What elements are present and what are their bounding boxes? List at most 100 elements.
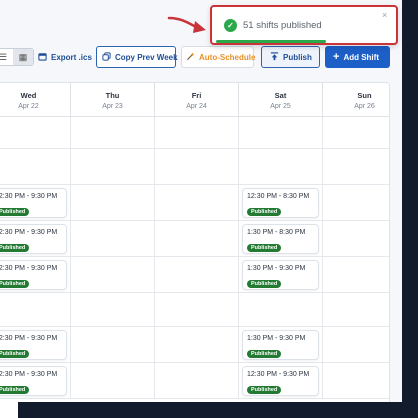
add-shift-button[interactable]: + Add Shift [325, 46, 390, 68]
shift-time: 12:30 PM - 9:30 PM [247, 371, 310, 378]
shift-card[interactable]: 1:30 PM - 9:30 PM Published [242, 330, 319, 360]
day-name: Wed [20, 91, 37, 100]
day-name: Sat [274, 91, 287, 100]
status-badge: Published [247, 280, 282, 288]
calendar-row [0, 293, 389, 327]
day-header: Thu Apr 23 [71, 83, 155, 117]
day-name: Sun [357, 91, 372, 100]
calendar-cell[interactable] [323, 221, 389, 256]
day-name: Thu [105, 91, 120, 100]
status-badge: Published [0, 208, 30, 216]
copy-label: Copy Prev Week [115, 52, 178, 62]
calendar-cell[interactable] [71, 293, 155, 326]
calendar-cell[interactable] [155, 257, 239, 292]
calendar-cell[interactable] [155, 149, 239, 184]
shift-card[interactable]: 12:30 PM - 9:30 PM Published [242, 366, 319, 396]
day-date: Apr 26 [354, 103, 375, 110]
shift-time: 12:30 PM - 9:30 PM [0, 229, 58, 236]
calendar-cell[interactable] [71, 257, 155, 292]
shift-time: 12:30 PM - 8:30 PM [247, 193, 310, 200]
scheduler-app: ☰ ▦ Export .ics Copy Prev Week Auto-Sche… [0, 0, 402, 402]
calendar-cell[interactable] [71, 149, 155, 184]
calendar-row: 12:30 PM - 9:30 PM Published 1:30 PM - 8:3… [0, 221, 389, 257]
shift-card[interactable]: 1:30 PM - 9:30 PM Published [242, 260, 319, 290]
calendar-cell[interactable] [71, 185, 155, 220]
day-header: Sat Apr 25 [239, 83, 323, 117]
calendar-cell[interactable] [323, 117, 389, 148]
day-header: Fri Apr 24 [155, 83, 239, 117]
calendar-cell[interactable] [155, 185, 239, 220]
shift-card[interactable]: 12:30 PM - 9:30 PM Published [0, 330, 67, 360]
calendar-cell[interactable]: 12:30 PM - 9:30 PM Published [0, 327, 71, 362]
calendar-cell[interactable] [239, 149, 323, 184]
calendar-cell[interactable]: 12:30 PM - 9:30 PM Published [0, 363, 71, 398]
shift-card[interactable]: 12:30 PM - 9:30 PM Published [0, 188, 67, 218]
calendar-cell[interactable] [155, 221, 239, 256]
day-date: Apr 22 [18, 103, 39, 110]
calendar-cell[interactable] [323, 363, 389, 398]
calendar-cell[interactable] [323, 185, 389, 220]
copy-icon [102, 51, 111, 63]
calendar-cell[interactable] [239, 293, 323, 326]
week-calendar: Wed Apr 22 Thu Apr 23 Fri Apr 24 Sat Apr 25 Sun A… [0, 82, 390, 402]
calendar-cell[interactable] [323, 257, 389, 292]
status-badge: Published [247, 244, 282, 252]
calendar-cell[interactable] [71, 221, 155, 256]
calendar-cell[interactable] [0, 293, 71, 326]
pointer-arrow-icon [164, 10, 210, 36]
calendar-cell[interactable]: 12:30 PM - 9:30 PM Published [0, 221, 71, 256]
shift-card[interactable]: 12:30 PM - 9:30 PM Published [0, 366, 67, 396]
upload-icon [270, 51, 279, 63]
shift-time: 12:30 PM - 9:30 PM [0, 335, 58, 342]
calendar-cell[interactable]: 12:30 PM - 9:30 PM Published [239, 363, 323, 398]
calendar-row: 12:30 PM - 9:30 PM Published 12:30 PM - 8:… [0, 185, 389, 221]
shift-card[interactable]: 12:30 PM - 8:30 PM Published [242, 188, 319, 218]
day-date: Apr 23 [102, 103, 123, 110]
close-icon[interactable]: × [382, 10, 387, 20]
shift-card[interactable]: 12:30 PM - 9:30 PM Published [0, 260, 67, 290]
calendar-cell[interactable] [323, 149, 389, 184]
calendar-cell[interactable] [155, 293, 239, 326]
status-badge: Published [247, 386, 282, 394]
calendar-cell[interactable]: 12:30 PM - 8:30 PM Published [239, 185, 323, 220]
calendar-cell[interactable] [323, 327, 389, 362]
plus-icon: + [333, 50, 340, 63]
export-ics-button[interactable]: Export .ics [36, 46, 94, 68]
calendar-row [0, 149, 389, 185]
calendar-cell[interactable]: 1:30 PM - 9:30 PM Published [239, 257, 323, 292]
calendar-cell[interactable]: 12:30 PM - 9:30 PM Published [0, 257, 71, 292]
toast-notification: ✓ 51 shifts published × [210, 5, 398, 45]
calendar-cell[interactable] [155, 363, 239, 398]
shift-time: 1:30 PM - 9:30 PM [247, 265, 306, 272]
day-name: Fri [191, 91, 202, 100]
status-badge: Published [0, 280, 30, 288]
shift-card[interactable]: 12:30 PM - 9:30 PM Published [0, 224, 67, 254]
shift-card[interactable]: 1:30 PM - 8:30 PM Published [242, 224, 319, 254]
calendar-cell[interactable] [323, 293, 389, 326]
grid-view-icon[interactable]: ▦ [13, 49, 33, 65]
calendar-cell[interactable] [239, 117, 323, 148]
auto-schedule-button[interactable]: Auto-Schedule [181, 46, 256, 68]
calendar-cell[interactable]: 1:30 PM - 8:30 PM Published [239, 221, 323, 256]
calendar-cell[interactable] [71, 117, 155, 148]
calendar-cell[interactable]: 1:30 PM - 9:30 PM Published [239, 327, 323, 362]
shift-time: 12:30 PM - 9:30 PM [0, 371, 58, 378]
publish-label: Publish [283, 52, 312, 62]
auto-schedule-label: Auto-Schedule [199, 52, 256, 62]
calendar-cell[interactable] [155, 327, 239, 362]
calendar-cell[interactable] [0, 149, 71, 184]
calendar-cell[interactable]: 12:30 PM - 9:30 PM Published [0, 185, 71, 220]
calendar-cell[interactable] [155, 117, 239, 148]
copy-prev-week-button[interactable]: Copy Prev Week [96, 46, 178, 68]
add-shift-label: Add Shift [343, 52, 379, 62]
wand-icon [186, 51, 195, 63]
calendar-row [0, 117, 389, 149]
calendar-cell[interactable] [0, 117, 71, 148]
calendar-cell[interactable] [71, 363, 155, 398]
calendar-cell[interactable] [71, 327, 155, 362]
list-view-icon[interactable]: ☰ [0, 49, 13, 65]
toolbar: ☰ ▦ Export .ics Copy Prev Week Auto-Sche… [0, 46, 402, 70]
day-date: Apr 25 [270, 103, 291, 110]
publish-button[interactable]: Publish [261, 46, 320, 68]
backdrop-right [402, 0, 418, 418]
